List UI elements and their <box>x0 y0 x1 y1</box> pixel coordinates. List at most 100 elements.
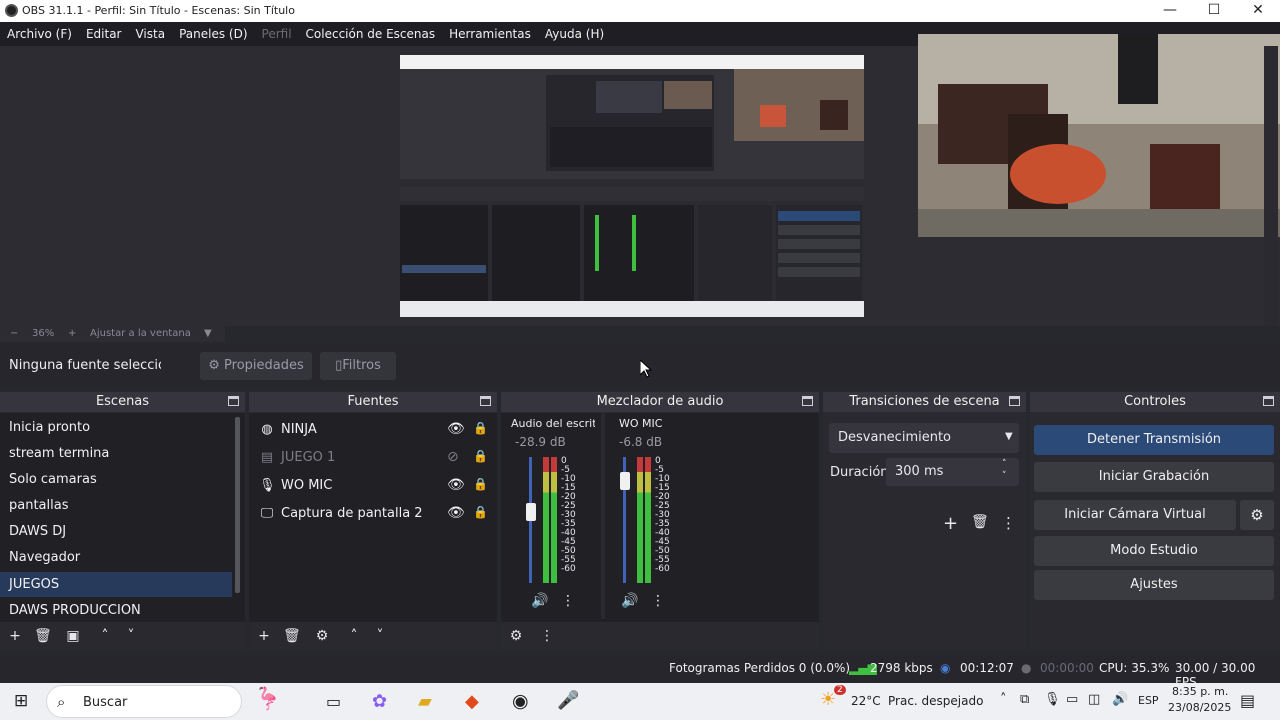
menu-docks[interactable]: Paneles (D) <box>172 22 254 46</box>
move-up-icon[interactable]: ˄ <box>346 628 362 644</box>
microphone-app-icon[interactable]: 🎤 <box>557 690 579 711</box>
scenes-scrollbar[interactable] <box>235 417 240 593</box>
move-up-icon[interactable]: ˄ <box>97 628 113 644</box>
eye-icon[interactable]: 👁 <box>447 505 465 521</box>
spin-down-icon[interactable]: ˅ <box>1002 471 1007 481</box>
properties-button[interactable]: ⚙ Propiedades <box>200 352 312 380</box>
stop-streaming-button[interactable]: Detener Transmisión <box>1034 425 1274 455</box>
add-scene-icon[interactable]: + <box>7 628 23 644</box>
scene-item[interactable]: DAWS PRODUCCION <box>0 598 232 623</box>
undock-icon[interactable] <box>480 396 491 406</box>
start-virtual-camera-button[interactable]: Iniciar Cámara Virtual <box>1034 500 1236 530</box>
language-indicator[interactable]: ESP <box>1138 694 1159 707</box>
eye-icon[interactable]: 👁 <box>447 421 465 437</box>
source-item[interactable]: 🎙 WO MIC 👁 🔒 <box>249 472 495 500</box>
file-explorer-icon[interactable]: ▰ <box>418 691 432 712</box>
trash-icon[interactable]: 🗑 <box>283 628 301 644</box>
undock-icon[interactable] <box>802 396 813 406</box>
trash-icon[interactable]: 🗑 <box>971 514 989 530</box>
source-item[interactable]: ◍ NINJA 👁 🔒 <box>249 416 495 444</box>
lock-icon[interactable]: 🔒 <box>473 477 488 491</box>
speaker-icon[interactable]: 🔊 <box>531 593 548 609</box>
scene-item[interactable]: pantallas <box>0 493 232 518</box>
scene-item[interactable]: stream termina <box>0 441 232 466</box>
move-down-icon[interactable]: ˅ <box>372 628 388 644</box>
scene-item-selected[interactable]: JUEGOS <box>0 572 232 597</box>
settings-button[interactable]: Ajustes <box>1034 570 1274 600</box>
transition-select[interactable]: Desvanecimiento ▼ <box>829 423 1019 453</box>
speaker-icon[interactable]: 🔊 <box>621 593 638 609</box>
zoom-out-button[interactable]: − <box>10 328 18 339</box>
move-down-icon[interactable]: ˅ <box>123 628 139 644</box>
source-item[interactable]: 🖵 Captura de pantalla 2 👁 🔒 <box>249 500 495 528</box>
duration-spinbox[interactable]: 300 ms ˄ ˅ <box>886 458 1019 486</box>
scene-filters-icon[interactable]: ▣ <box>65 628 81 644</box>
volume-icon[interactable]: 🔊 <box>1112 692 1128 707</box>
scene-item[interactable]: Solo camaras <box>0 467 232 492</box>
scenes-list[interactable]: Inicia pronto stream termina Solo camara… <box>0 413 245 623</box>
fit-dropdown-icon[interactable]: ▼ <box>204 328 212 339</box>
advanced-audio-icon[interactable]: ⚙ <box>508 628 524 644</box>
tray-mic-icon[interactable]: 🎙 <box>1044 692 1061 707</box>
studio-mode-button[interactable]: Modo Estudio <box>1034 536 1274 566</box>
notifications-icon[interactable]: ▤ <box>1240 691 1255 710</box>
menu-scene-collection[interactable]: Colección de Escenas <box>299 22 443 46</box>
tray-app-icon[interactable]: ⧉ <box>1020 692 1029 707</box>
more-options-icon[interactable]: ⋮ <box>561 593 575 609</box>
add-transition-icon[interactable]: + <box>943 513 958 534</box>
eye-icon[interactable]: 👁 <box>447 477 465 493</box>
start-recording-button[interactable]: Iniciar Grabación <box>1034 462 1274 492</box>
network-icon[interactable]: ◫ <box>1088 692 1100 707</box>
clock-date[interactable]: 23/08/2025 <box>1168 701 1231 714</box>
menu-file[interactable]: Archivo (F) <box>0 22 79 46</box>
menu-view[interactable]: Vista <box>128 22 172 46</box>
more-options-icon[interactable]: ⋮ <box>651 593 665 609</box>
menu-tools[interactable]: Herramientas <box>442 22 538 46</box>
volume-fader-handle[interactable] <box>526 503 536 522</box>
battery-icon[interactable]: ▭ <box>1066 692 1078 707</box>
lock-icon[interactable]: 🔒 <box>473 505 488 519</box>
copilot-icon[interactable]: ✿ <box>372 691 387 712</box>
close-button[interactable]: ✕ <box>1238 0 1278 22</box>
trash-icon[interactable]: 🗑 <box>34 628 52 644</box>
scene-item[interactable]: DAWS DJ <box>0 519 232 544</box>
eye-hidden-icon[interactable]: ⊘ <box>447 449 459 465</box>
recording-icon: ● <box>1021 661 1032 675</box>
preview-scrollbar[interactable] <box>1264 46 1278 326</box>
sources-list[interactable]: ◍ NINJA 👁 🔒 ▤ JUEGO 1 ⊘ 🔒 🎙 WO MIC 👁 🔒 🖵… <box>249 413 497 623</box>
virtual-camera-settings-button[interactable]: ⚙ <box>1240 500 1274 530</box>
minimize-button[interactable]: — <box>1150 0 1190 22</box>
menu-edit[interactable]: Editar <box>79 22 129 46</box>
gear-icon[interactable]: ⚙ <box>314 628 330 644</box>
source-item[interactable]: ▤ JUEGO 1 ⊘ 🔒 <box>249 444 495 472</box>
program-preview[interactable] <box>400 55 864 317</box>
menu-profile[interactable]: Perfil <box>255 22 299 46</box>
zoom-in-button[interactable]: + <box>68 328 76 339</box>
lock-icon[interactable]: 🔒 <box>473 421 488 435</box>
add-source-icon[interactable]: + <box>256 628 272 644</box>
camera-preview[interactable] <box>918 34 1280 237</box>
tray-chevron-up-icon[interactable]: ˄ <box>1000 692 1007 707</box>
level-meter <box>551 457 557 583</box>
maximize-button[interactable]: ☐ <box>1194 0 1234 22</box>
undock-icon[interactable] <box>228 396 239 406</box>
clock-time[interactable]: 8:35 p. m. <box>1172 685 1228 698</box>
task-view-icon[interactable]: ▭ <box>326 692 341 711</box>
undock-icon[interactable] <box>1263 396 1274 406</box>
fit-to-window[interactable]: Ajustar a la ventana <box>90 328 191 339</box>
undock-icon[interactable] <box>1009 396 1020 406</box>
taskbar-search[interactable]: ⌕ Buscar <box>46 685 242 718</box>
brave-icon[interactable]: ◆ <box>465 691 479 712</box>
more-options-icon[interactable]: ⋮ <box>1001 514 1016 532</box>
scene-item[interactable]: Navegador <box>0 545 232 570</box>
menu-help[interactable]: Ayuda (H) <box>538 22 611 46</box>
scene-item[interactable]: Inicia pronto <box>0 415 232 440</box>
search-icon: ⌕ <box>57 693 66 711</box>
filters-button[interactable]: ▯Filtros <box>320 352 396 380</box>
more-options-icon[interactable]: ⋮ <box>539 628 555 644</box>
lock-icon[interactable]: 🔒 <box>473 449 488 463</box>
spin-up-icon[interactable]: ˄ <box>1002 459 1007 469</box>
volume-fader-handle[interactable] <box>620 471 630 490</box>
obs-taskbar-icon[interactable]: ◉ <box>512 690 529 712</box>
windows-start-icon[interactable]: ⊞ <box>14 691 28 711</box>
